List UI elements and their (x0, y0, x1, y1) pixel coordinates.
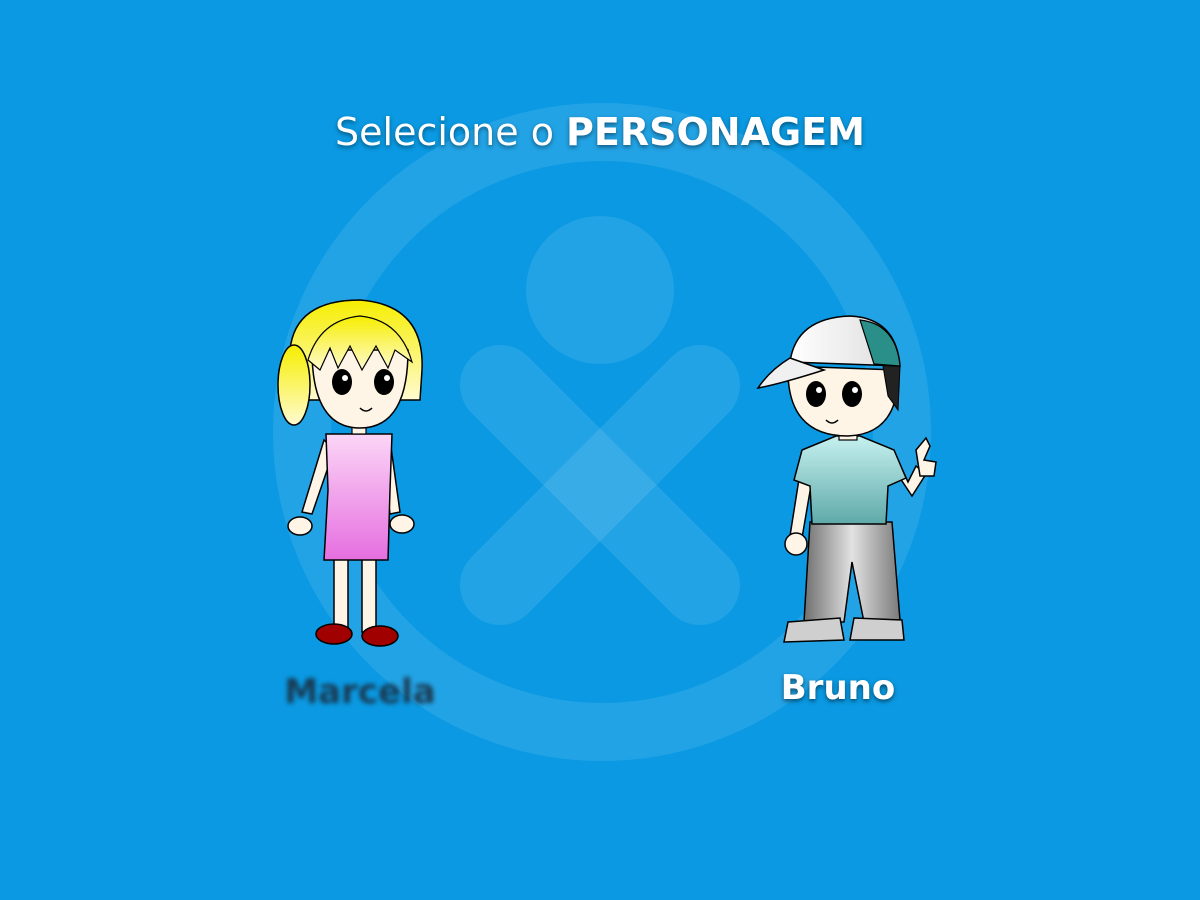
character-name-bruno[interactable]: Bruno (688, 668, 988, 708)
marcela-figure-icon (277, 299, 423, 647)
page-title: Selecione o PERSONAGEM (0, 110, 1200, 154)
character-name-marcela[interactable]: Marcela (210, 672, 510, 712)
character-marcela[interactable] (250, 290, 450, 730)
title-emphasis: PERSONAGEM (566, 110, 865, 154)
character-bruno[interactable] (740, 300, 950, 730)
title-prefix: Selecione o (335, 110, 554, 154)
bruno-figure-icon (756, 315, 937, 643)
